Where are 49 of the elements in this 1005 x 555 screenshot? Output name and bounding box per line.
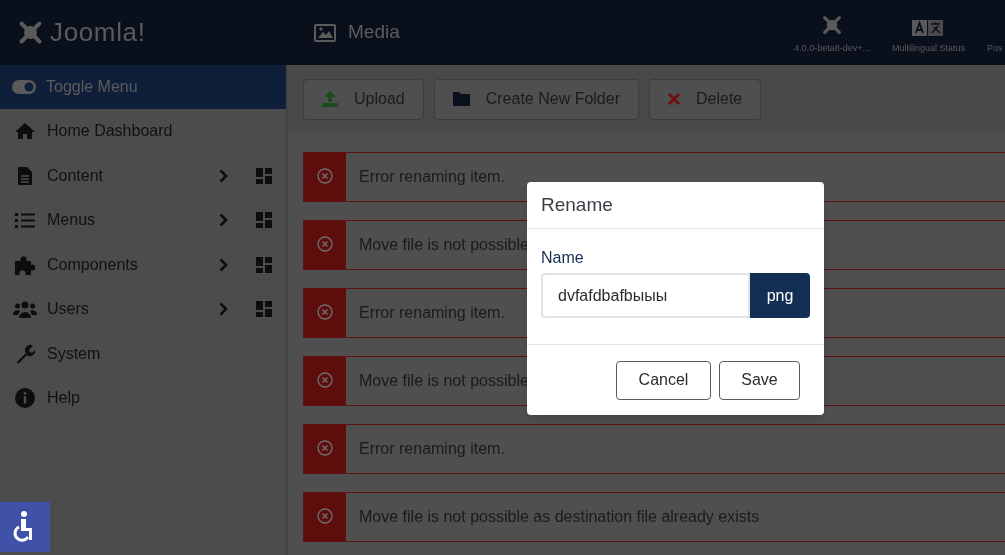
file-icon — [17, 166, 32, 185]
name-field[interactable]: dvfafdbafbыыы — [541, 273, 750, 318]
status-label[interactable]: Multilingual Status — [891, 41, 965, 55]
dashboard-icon[interactable] — [256, 167, 272, 184]
home-icon — [13, 122, 36, 141]
menu-item[interactable]: Help — [12, 386, 272, 411]
chevron-right-icon[interactable] — [219, 168, 228, 183]
error-icon — [317, 372, 333, 388]
menu-item[interactable]: System — [12, 341, 272, 366]
translate-icon — [912, 19, 945, 36]
field-label: Name — [541, 248, 585, 268]
status-label[interactable]: Pos — [987, 41, 1003, 55]
chevron-right-icon[interactable] — [219, 213, 228, 228]
page-title: Media — [348, 20, 400, 45]
dialog-title: Rename — [541, 192, 613, 217]
close-icon — [668, 93, 680, 105]
users-icon — [12, 300, 37, 318]
folder-icon — [452, 92, 470, 106]
error-icon — [317, 304, 333, 320]
status-label[interactable]: 4.0.0-beta8-dev+... — [794, 41, 870, 55]
error-icon — [317, 168, 333, 184]
menu-item[interactable]: Content — [12, 163, 219, 188]
logo-text: Joomla! — [50, 16, 146, 49]
menu-item[interactable]: Components — [12, 252, 219, 277]
dashboard-icon[interactable] — [256, 212, 272, 229]
error-icon — [317, 508, 333, 524]
toggle-menu-item[interactable]: Toggle Menu — [0, 65, 286, 109]
puzzle-icon — [14, 254, 35, 275]
error-icon — [317, 440, 333, 456]
error-icon — [317, 236, 333, 252]
logo-icon — [17, 19, 44, 46]
dashboard-icon[interactable] — [256, 256, 272, 273]
menu-item[interactable]: Menus — [12, 208, 219, 233]
image-icon — [314, 23, 336, 42]
cancel-button[interactable]: Cancel — [616, 360, 711, 400]
chevron-right-icon[interactable] — [219, 302, 228, 317]
info-icon — [14, 388, 35, 409]
logo-icon — [821, 13, 844, 36]
accessibility-button[interactable] — [0, 502, 50, 552]
wrench-icon — [14, 343, 35, 364]
upload-icon — [322, 91, 338, 107]
list-icon — [14, 212, 35, 229]
dashboard-icon[interactable] — [256, 301, 272, 318]
toggle-icon — [12, 80, 36, 94]
menu-item[interactable]: Home Dashboard — [12, 119, 272, 144]
menu-item[interactable]: Users — [12, 297, 219, 322]
file-extension: png — [750, 273, 810, 318]
save-button[interactable]: Save — [719, 360, 800, 400]
chevron-right-icon[interactable] — [219, 257, 228, 272]
